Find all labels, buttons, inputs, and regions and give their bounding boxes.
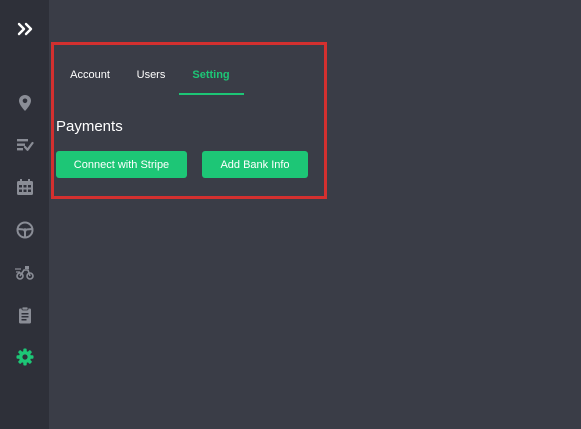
active-tab-indicator [179, 93, 244, 95]
calendar-icon[interactable] [0, 172, 49, 202]
settings-gear-icon[interactable] [0, 342, 49, 372]
tab-setting[interactable]: Setting [186, 63, 236, 87]
steering-wheel-icon[interactable] [0, 215, 49, 245]
payments-title: Payments [56, 118, 123, 135]
checklist-icon[interactable] [0, 130, 49, 160]
add-bank-info-button[interactable]: Add Bank Info [202, 151, 308, 178]
tab-account[interactable]: Account [66, 63, 114, 87]
sidebar [0, 0, 49, 429]
clipboard-icon[interactable] [0, 300, 49, 330]
location-pin-icon[interactable] [0, 88, 49, 118]
delivery-bike-icon[interactable] [0, 257, 49, 287]
expand-chevrons-icon[interactable] [0, 14, 49, 44]
tab-users[interactable]: Users [134, 63, 168, 87]
connect-stripe-button[interactable]: Connect with Stripe [56, 151, 187, 178]
